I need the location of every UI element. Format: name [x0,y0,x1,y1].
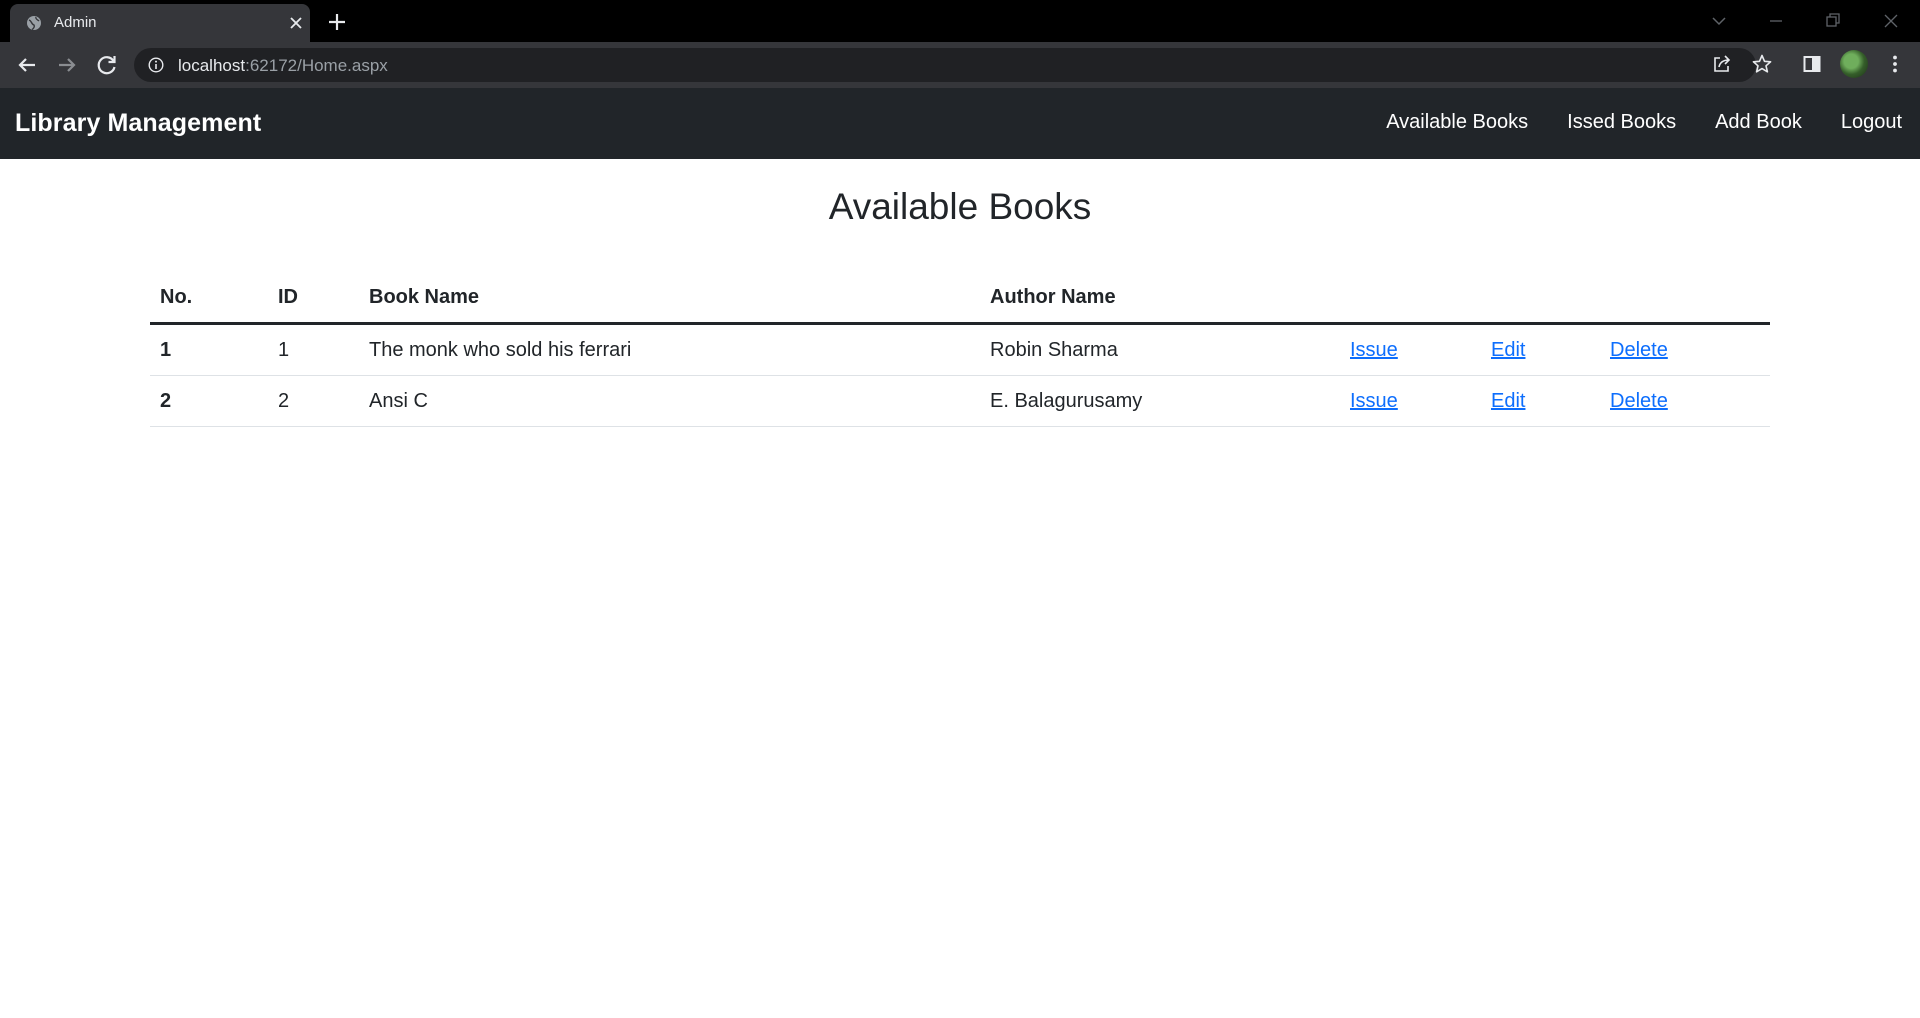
url-text[interactable]: localhost:62172/Home.aspx [178,56,388,76]
close-window-icon[interactable] [1880,10,1902,32]
nav-logout[interactable]: Logout [1841,111,1902,134]
profile-avatar[interactable] [1840,50,1868,78]
restore-icon[interactable] [1822,10,1844,32]
table-row: 1 1 The monk who sold his ferrari Robin … [150,323,1770,376]
close-icon[interactable] [288,15,304,31]
header-empty [1600,273,1770,325]
delete-link[interactable]: Delete [1610,339,1668,361]
brand[interactable]: Library Management [15,109,261,138]
share-icon[interactable] [1711,53,1733,75]
nav-available-books[interactable]: Available Books [1386,111,1528,134]
forward-arrow-icon[interactable] [53,51,81,79]
back-arrow-icon[interactable] [13,51,41,79]
header-empty [1340,273,1481,325]
globe-icon [27,16,41,31]
more-menu-icon[interactable] [1884,53,1906,75]
browser-tabstrip: Admin [0,0,1920,42]
cell-id: 2 [268,375,359,427]
cell-no: 2 [150,375,268,427]
page-title: Available Books [828,186,1092,227]
header-book-name: Book Name [359,273,980,325]
nav-add-book[interactable]: Add Book [1715,111,1802,134]
browser-toolbar: localhost:62172/Home.aspx [0,42,1920,88]
issue-link[interactable]: Issue [1350,390,1398,412]
browser-tab[interactable]: Admin [10,4,310,42]
new-tab-icon[interactable] [326,11,348,33]
cell-author-name: E. Balagurusamy [980,375,1340,427]
cell-author-name: Robin Sharma [980,323,1340,376]
cell-id: 1 [268,323,359,376]
reload-icon[interactable] [93,51,121,79]
header-author-name: Author Name [980,273,1340,325]
edit-link[interactable]: Edit [1491,390,1525,412]
star-icon[interactable] [1751,53,1773,75]
edit-link[interactable]: Edit [1491,339,1525,361]
address-bar[interactable]: localhost:62172/Home.aspx [134,48,1756,82]
cell-no: 1 [150,323,268,376]
tab-title: Admin [54,14,97,31]
side-panel-icon[interactable] [1801,53,1823,75]
minimize-icon[interactable] [1765,10,1787,32]
url-host: localhost [178,56,246,75]
header-no: No. [150,273,268,325]
table-header-row: No. ID Book Name Author Name [150,273,1770,325]
issue-link[interactable]: Issue [1350,339,1398,361]
app-navbar: Library Management Available Books Issed… [0,88,1920,159]
cell-book-name: The monk who sold his ferrari [359,323,980,376]
books-table: No. ID Book Name Author Name 1 1 The mon… [150,273,1770,427]
cell-book-name: Ansi C [359,375,980,427]
table-row: 2 2 Ansi C E. Balagurusamy Issue Edit De… [150,375,1770,427]
header-empty [1481,273,1600,325]
url-path: :62172/Home.aspx [245,56,388,75]
info-icon[interactable] [148,57,164,73]
header-id: ID [268,273,359,325]
nav-links: Available Books Issed Books Add Book Log… [1347,111,1902,134]
nav-issued-books[interactable]: Issed Books [1567,111,1676,134]
delete-link[interactable]: Delete [1610,390,1668,412]
chevron-down-icon[interactable] [1708,10,1730,32]
